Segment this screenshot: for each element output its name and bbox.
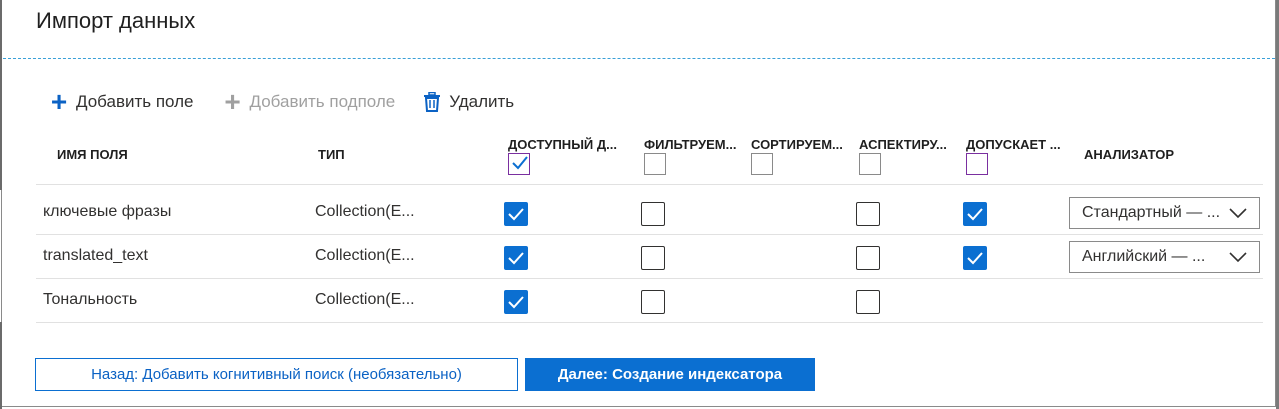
field-type: Collection(E... xyxy=(315,203,415,220)
plus-icon: + xyxy=(224,86,241,117)
checkmark-icon xyxy=(508,296,524,309)
delete-label: Удалить xyxy=(449,92,515,111)
column-header-type[interactable]: ТИП xyxy=(318,147,345,162)
facetable-checkbox[interactable] xyxy=(856,290,880,314)
field-toolbar: + Добавить поле + Добавить подполе Удали… xyxy=(48,86,542,117)
checkmark-icon xyxy=(967,208,983,221)
analyzer-dropdown[interactable]: Английский — ... xyxy=(1069,241,1260,273)
field-name: translated_text xyxy=(43,247,148,264)
column-header-analyzer: АНАЛИЗАТОР xyxy=(1084,147,1175,162)
panel-left-edge-lower xyxy=(0,322,2,409)
column-header-filterable[interactable]: ФИЛЬТРУЕМ... xyxy=(644,137,736,152)
analyzer-dropdown[interactable]: Стандартный — ... xyxy=(1069,197,1260,229)
field-type: Collection(E... xyxy=(315,247,415,264)
row-separator xyxy=(36,278,1263,279)
filterable-checkbox[interactable] xyxy=(641,202,665,226)
filterable-checkbox[interactable] xyxy=(641,290,665,314)
field-type: Collection(E... xyxy=(315,291,415,308)
retrievable-checkbox[interactable] xyxy=(504,202,528,226)
select-all-filterable-checkbox[interactable] xyxy=(644,153,666,175)
searchable-checkbox[interactable] xyxy=(963,202,987,226)
checkmark-icon xyxy=(508,252,524,265)
row-separator xyxy=(36,234,1263,235)
analyzer-value: Английский — ... xyxy=(1082,248,1206,265)
column-header-searchable[interactable]: ДОПУСКАЕТ ... xyxy=(966,137,1061,152)
column-header-name[interactable]: ИМЯ ПОЛЯ xyxy=(57,147,128,162)
trash-icon xyxy=(423,91,441,112)
chevron-down-icon xyxy=(1229,252,1247,263)
retrievable-checkbox[interactable] xyxy=(504,290,528,314)
checkmark-icon xyxy=(508,208,524,221)
plus-icon: + xyxy=(50,86,68,117)
back-button[interactable]: Назад: Добавить когнитивный поиск (необя… xyxy=(35,358,518,391)
column-header-retrievable[interactable]: ДОСТУПНЫЙ Д... xyxy=(508,137,617,152)
panel-left-edge xyxy=(0,0,2,190)
header-row-separator xyxy=(36,184,1263,185)
searchable-checkbox[interactable] xyxy=(963,246,987,270)
add-subfield-button[interactable]: + Добавить подполе xyxy=(222,86,396,117)
analyzer-value: Стандартный — ... xyxy=(1082,204,1221,221)
field-name: Тональность xyxy=(43,291,138,308)
facetable-checkbox[interactable] xyxy=(856,246,880,270)
row-separator xyxy=(36,322,1263,323)
retrievable-checkbox[interactable] xyxy=(504,246,528,270)
page-title: Импорт данных xyxy=(36,8,196,33)
header-divider xyxy=(3,58,1275,59)
select-all-searchable-checkbox[interactable] xyxy=(966,153,988,175)
filterable-checkbox[interactable] xyxy=(641,246,665,270)
add-subfield-label: Добавить подполе xyxy=(249,92,396,111)
checkmark-icon xyxy=(512,156,528,170)
select-all-retrievable-checkbox[interactable] xyxy=(508,153,530,175)
add-field-label: Добавить поле xyxy=(76,92,194,111)
select-all-sortable-checkbox[interactable] xyxy=(751,153,773,175)
column-header-sortable[interactable]: СОРТИРУЕМ... xyxy=(751,137,843,152)
add-field-button[interactable]: + Добавить поле xyxy=(48,86,194,117)
column-header-facetable[interactable]: АСПЕКТИРУ... xyxy=(859,137,947,152)
field-name: ключевые фразы xyxy=(43,203,172,220)
select-all-facetable-checkbox[interactable] xyxy=(859,153,881,175)
delete-button[interactable]: Удалить xyxy=(423,91,515,112)
next-button[interactable]: Далее: Создание индексатора xyxy=(525,358,815,391)
chevron-down-icon xyxy=(1229,208,1247,219)
facetable-checkbox[interactable] xyxy=(856,202,880,226)
checkmark-icon xyxy=(967,252,983,265)
